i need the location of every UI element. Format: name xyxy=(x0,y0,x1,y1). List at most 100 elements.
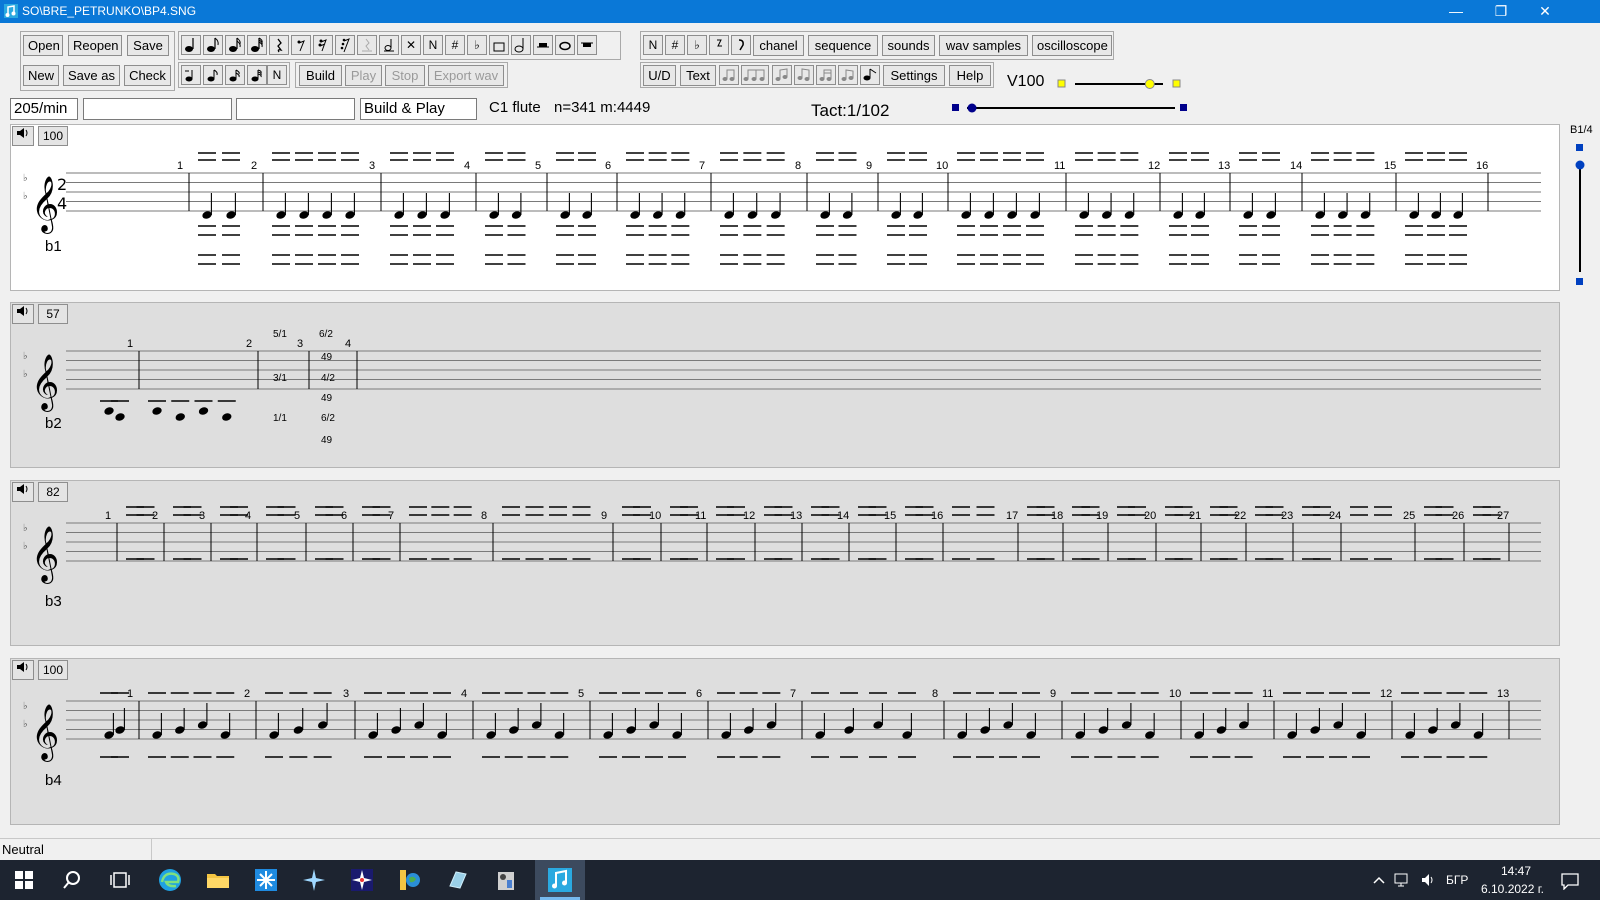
search-icon[interactable] xyxy=(58,866,86,894)
whole-note-icon[interactable] xyxy=(555,35,575,55)
build-button[interactable]: Build xyxy=(299,65,342,86)
half-rest-icon[interactable] xyxy=(533,35,553,55)
settings-button[interactable]: Settings xyxy=(883,65,945,86)
edge-icon[interactable] xyxy=(156,866,184,894)
beam-pattern-icon-4[interactable] xyxy=(838,65,858,85)
export-wav-button[interactable]: Export wav xyxy=(428,65,504,86)
note-head[interactable] xyxy=(103,406,114,416)
note-symbol-icon[interactable] xyxy=(731,35,751,55)
note-head[interactable] xyxy=(175,412,186,422)
language-indicator[interactable]: БГР xyxy=(1446,873,1468,887)
track-volume[interactable]: 100 xyxy=(38,126,68,146)
rest-symbol-icon[interactable] xyxy=(709,35,729,55)
track-b2[interactable]: 𝄞 ♭ ♭ 1 2 3 4 5/1 6/2 49 3/1 4/2 49 1/1 6/2 49 57 b2 xyxy=(10,302,1560,468)
volume-slider[interactable] xyxy=(1055,76,1185,92)
grace-note-icon[interactable] xyxy=(379,35,399,55)
speaker-icon[interactable] xyxy=(12,660,34,680)
note-head[interactable] xyxy=(221,412,232,422)
quarter-note-icon[interactable] xyxy=(181,35,201,55)
start-icon[interactable] xyxy=(10,866,38,894)
note-head[interactable] xyxy=(198,406,209,416)
wav-samples-button[interactable]: wav samples xyxy=(939,35,1028,56)
task-view-icon[interactable] xyxy=(106,866,134,894)
note-head[interactable] xyxy=(114,412,125,422)
file-explorer-icon[interactable] xyxy=(204,866,232,894)
tact-slider-knob[interactable] xyxy=(967,103,977,113)
eighth-note-icon[interactable] xyxy=(203,35,223,55)
maximize-button[interactable]: ❐ xyxy=(1478,0,1524,23)
speaker-icon[interactable] xyxy=(12,482,34,502)
whole-rest-icon[interactable] xyxy=(577,35,597,55)
save-button[interactable]: Save xyxy=(127,35,169,56)
vertical-slider[interactable] xyxy=(1573,140,1587,292)
clock-time[interactable]: 14:47 xyxy=(1501,864,1531,878)
music-app-icon[interactable] xyxy=(546,866,574,894)
thirty-second-rest-icon[interactable] xyxy=(335,35,355,55)
text-button[interactable]: Text xyxy=(680,65,716,86)
sequence-button[interactable]: sequence xyxy=(808,35,878,56)
natural-icon-3[interactable]: N xyxy=(643,35,663,55)
oscilloscope-button[interactable]: oscilloscope xyxy=(1032,35,1112,56)
open-button[interactable]: Open xyxy=(23,35,63,56)
compass-app-icon[interactable] xyxy=(348,866,376,894)
up-down-button[interactable]: U/D xyxy=(643,65,676,86)
sixteenth-rest-icon[interactable] xyxy=(313,35,333,55)
stop-button[interactable]: Stop xyxy=(385,65,425,86)
tact-slider[interactable] xyxy=(950,101,1190,115)
chevron-up-icon[interactable] xyxy=(1372,874,1386,886)
note-arrow-icon-1[interactable] xyxy=(181,65,201,85)
chanel-button[interactable]: chanel xyxy=(753,35,804,56)
eighth-rest-icon[interactable] xyxy=(291,35,311,55)
half-note-icon[interactable] xyxy=(511,35,531,55)
check-button[interactable]: Check xyxy=(124,65,171,86)
help-button[interactable]: Help xyxy=(949,65,991,86)
minimize-button[interactable]: — xyxy=(1433,0,1479,23)
note-tie-icon[interactable] xyxy=(860,65,880,85)
note-head[interactable] xyxy=(151,406,162,416)
build-play-button[interactable]: Build & Play xyxy=(360,98,477,120)
beam-3-notes-icon[interactable] xyxy=(741,65,769,85)
whole-note-square-icon[interactable] xyxy=(489,35,509,55)
glass-app-icon[interactable] xyxy=(444,866,472,894)
track-volume[interactable]: 57 xyxy=(38,304,68,324)
vertical-slider-knob[interactable] xyxy=(1575,160,1585,170)
sharp-icon[interactable]: # xyxy=(445,35,465,55)
thirty-second-note-icon[interactable] xyxy=(247,35,267,55)
play-button[interactable]: Play xyxy=(345,65,382,86)
speaker-tray-icon[interactable] xyxy=(1420,872,1438,888)
note-arrow-icon-4[interactable] xyxy=(247,65,267,85)
beam-pattern-icon-1[interactable] xyxy=(772,65,792,85)
beam-2-notes-icon[interactable] xyxy=(719,65,739,85)
track-b3[interactable]: 𝄞 ♭ ♭ 1 2 3 4 5 6 7 8 9 10 11 12 13 14 15 16 17 18 19 20 21 22 23… xyxy=(10,480,1560,646)
track-b1[interactable]: 𝄞 ♭ ♭ 2 4 1 2 3 4 5 6 7 8 9 10 11 12 13 14 15 16 100 b1 xyxy=(10,124,1560,291)
track-volume[interactable]: 82 xyxy=(38,482,68,502)
cross-note-icon[interactable]: ✕ xyxy=(401,35,421,55)
volume-slider-knob[interactable] xyxy=(1144,79,1155,89)
sixteenth-note-icon[interactable] xyxy=(225,35,245,55)
natural-icon-2[interactable]: N xyxy=(267,65,287,85)
sounds-button[interactable]: sounds xyxy=(882,35,935,56)
note-arrow-icon-3[interactable] xyxy=(225,65,245,85)
reopen-button[interactable]: Reopen xyxy=(68,35,122,56)
snowflake-app-icon[interactable] xyxy=(252,866,280,894)
star-app-icon[interactable] xyxy=(300,866,328,894)
note-arrow-icon-2[interactable] xyxy=(203,65,223,85)
ghost-rest-icon[interactable] xyxy=(357,35,377,55)
natural-icon[interactable]: N xyxy=(423,35,443,55)
text-field-2[interactable] xyxy=(83,98,232,120)
notification-icon[interactable] xyxy=(1560,872,1580,890)
tempo-field[interactable]: 205/min xyxy=(10,98,78,120)
flat-icon-2[interactable]: ♭ xyxy=(687,35,707,55)
track-volume[interactable]: 100 xyxy=(38,660,68,680)
quarter-rest-icon[interactable] xyxy=(269,35,289,55)
sharp-icon-2[interactable]: # xyxy=(665,35,685,55)
new-button[interactable]: New xyxy=(23,65,59,86)
text-field-3[interactable] xyxy=(236,98,355,120)
beam-pattern-icon-2[interactable] xyxy=(794,65,814,85)
speaker-icon[interactable] xyxy=(12,304,34,324)
close-button[interactable]: ✕ xyxy=(1522,0,1568,23)
beam-pattern-icon-3[interactable] xyxy=(816,65,836,85)
speaker-icon[interactable] xyxy=(12,126,34,146)
track-b4[interactable]: 𝄞 ♭ ♭ 1 2 3 4 5 6 7 8 9 10 11 12 13 100 b4 xyxy=(10,658,1560,825)
flat-icon[interactable]: ♭ xyxy=(467,35,487,55)
